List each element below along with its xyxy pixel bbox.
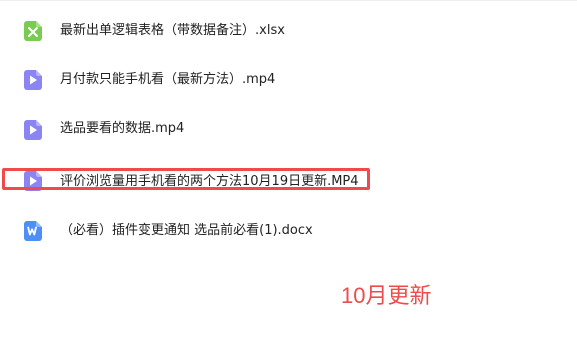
file-row-docx[interactable]: （必看）插件变更通知 选品前必看(1).docx (0, 211, 577, 251)
file-list: 最新出单逻辑表格（带数据备注）.xlsx 月付款只能手机看（最新方法）.mp4 … (0, 0, 577, 341)
file-name: （必看）插件变更通知 选品前必看(1).docx (60, 223, 313, 238)
file-name: 最新出单逻辑表格（带数据备注）.xlsx (60, 23, 285, 38)
file-row-mp4-2[interactable]: 选品要看的数据.mp4 (0, 110, 577, 150)
video-file-icon (24, 70, 42, 90)
excel-file-icon (24, 21, 42, 41)
video-file-icon (24, 120, 42, 140)
word-file-icon (24, 221, 42, 241)
annotation-text: 10月更新 (341, 283, 432, 308)
file-row-mp4-3[interactable]: 评价浏览量用手机看的两个方法10月19日更新.MP4 (0, 161, 577, 201)
file-name: 选品要看的数据.mp4 (60, 121, 185, 136)
video-file-icon (24, 171, 42, 191)
file-name: 评价浏览量用手机看的两个方法10月19日更新.MP4 (60, 174, 359, 189)
file-row-xlsx[interactable]: 最新出单逻辑表格（带数据备注）.xlsx (0, 11, 577, 51)
file-name: 月付款只能手机看（最新方法）.mp4 (60, 72, 276, 87)
file-row-mp4-1[interactable]: 月付款只能手机看（最新方法）.mp4 (0, 60, 577, 100)
